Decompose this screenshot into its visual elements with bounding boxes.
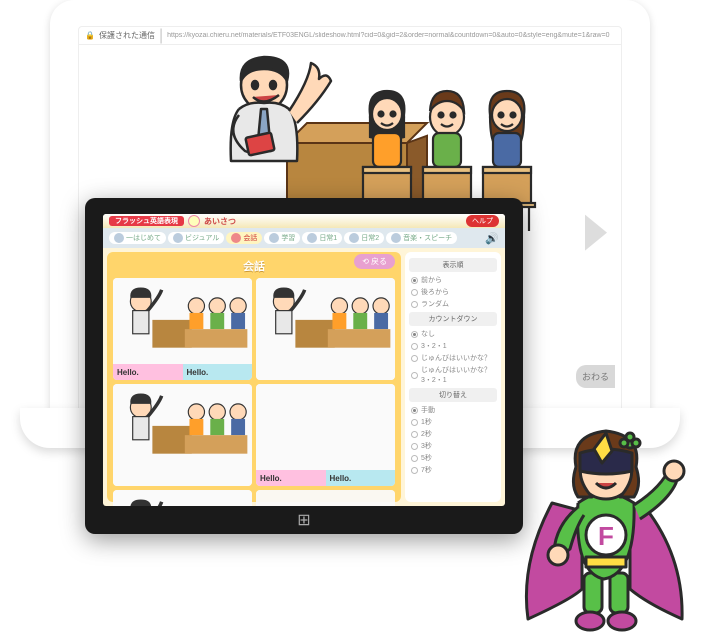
tab-icon — [173, 233, 183, 243]
flash-card[interactable] — [113, 384, 252, 486]
radio-icon — [411, 372, 418, 379]
tab-icon — [231, 233, 241, 243]
tab-icon — [114, 233, 124, 243]
radio-icon — [411, 443, 418, 450]
secure-label: 保護された通信 — [99, 30, 155, 41]
option-cd-ready[interactable]: じゅんびはいいかな？ — [409, 352, 497, 364]
tab-conversation[interactable]: 会話 — [226, 232, 262, 244]
tab-icon — [349, 233, 359, 243]
radio-icon — [411, 419, 418, 426]
panel-title: 会話 — [113, 258, 395, 274]
radio-icon — [411, 467, 418, 474]
mascot-icon — [188, 215, 200, 227]
back-button[interactable]: ⟲ 戻る — [354, 254, 395, 269]
tab-intro[interactable]: 一はじめて — [109, 232, 166, 244]
radio-icon — [411, 289, 418, 296]
tab-music[interactable]: 音楽・スピーチ — [386, 232, 457, 244]
card-blank — [256, 384, 395, 470]
caption-right: Hello. — [183, 364, 253, 380]
option-sw-5s[interactable]: 5秒 — [409, 452, 497, 464]
flash-card[interactable]: Hello. Hello. — [113, 278, 252, 380]
flash-card[interactable]: Hello. Hello. — [256, 384, 395, 486]
tab-visual[interactable]: ビジュアル — [168, 232, 224, 244]
radio-icon — [411, 331, 418, 338]
caption-left: Hello. — [256, 470, 326, 486]
caption-left: Hello. — [113, 364, 183, 380]
radio-icon — [411, 355, 418, 362]
option-sw-1s[interactable]: 1秒 — [409, 416, 497, 428]
option-order-front[interactable]: 前から — [409, 274, 497, 286]
option-order-random[interactable]: ランダム — [409, 298, 497, 310]
url-bar: 🔒 保護された通信 | https://kyozai.chieru.net/ma… — [79, 27, 621, 45]
radio-icon — [411, 343, 418, 350]
card-illustration — [113, 278, 252, 364]
card-illustration — [113, 384, 252, 470]
tab-daily2[interactable]: 日常2 — [344, 232, 384, 244]
card-illustration — [256, 278, 395, 364]
tab-icon — [391, 233, 401, 243]
card-blank — [256, 490, 395, 506]
hero-mascot: F — [512, 423, 692, 633]
caption-blank — [256, 364, 395, 380]
flash-card[interactable] — [256, 278, 395, 380]
back-arrow-icon: ⟲ — [362, 257, 369, 266]
option-sw-2s[interactable]: 2秒 — [409, 428, 497, 440]
svg-text:F: F — [598, 521, 614, 551]
flash-card[interactable]: こんにちは。 こんにちは。 — [113, 490, 252, 506]
option-cd-none[interactable]: なし — [409, 328, 497, 340]
tablet-device: フラッシュ英語表現 あいさつ ヘルプ 一はじめて ビジュアル 会話 学習 日常1… — [85, 198, 523, 534]
tab-icon — [307, 233, 317, 243]
app-header: フラッシュ英語表現 あいさつ ヘルプ — [103, 214, 505, 228]
cards-panel: 会話 Hello. Hello. — [107, 252, 401, 502]
next-arrow-icon[interactable] — [585, 215, 607, 251]
radio-icon — [411, 407, 418, 414]
topic-label: あいさつ — [204, 216, 236, 227]
help-button[interactable]: ヘルプ — [466, 215, 499, 227]
option-sw-3s[interactable]: 3秒 — [409, 440, 497, 452]
options-header: 表示順 — [409, 258, 497, 272]
option-sw-manual[interactable]: 手動 — [409, 404, 497, 416]
options-panel: 表示順 前から 後ろから ランダム カウントダウン なし 3・2・1 じゅんびは… — [405, 252, 501, 502]
option-cd-ready321[interactable]: じゅんびはいいかな？3・2・1 — [409, 364, 497, 386]
options-header: 切り替え — [409, 388, 497, 402]
option-sw-7s[interactable]: 7秒 — [409, 464, 497, 476]
main-area: 会話 Hello. Hello. — [103, 248, 505, 506]
option-cd-321[interactable]: 3・2・1 — [409, 340, 497, 352]
option-order-back[interactable]: 後ろから — [409, 286, 497, 298]
app-logo: フラッシュ英語表現 — [109, 216, 184, 226]
windows-home-icon[interactable]: ⊞ — [297, 510, 310, 530]
tab-daily1[interactable]: 日常1 — [302, 232, 342, 244]
radio-icon — [411, 455, 418, 462]
tab-icon — [269, 233, 279, 243]
card-illustration — [113, 490, 252, 506]
nav-tabs: 一はじめて ビジュアル 会話 学習 日常1 日常2 音楽・スピーチ 🔊 — [103, 228, 505, 248]
flash-card[interactable] — [256, 490, 395, 506]
radio-icon — [411, 301, 418, 308]
divider: | — [159, 27, 163, 45]
volume-icon[interactable]: 🔊 — [485, 232, 499, 245]
radio-icon — [411, 431, 418, 438]
caption-right: Hello. — [326, 470, 396, 486]
end-button[interactable]: おわる — [576, 365, 615, 388]
options-header: カウントダウン — [409, 312, 497, 326]
radio-icon — [411, 277, 418, 284]
url-text: https://kyozai.chieru.net/materials/ETF0… — [167, 32, 609, 39]
caption-blank — [113, 470, 252, 486]
tab-study[interactable]: 学習 — [264, 232, 300, 244]
lock-icon: 🔒 — [85, 31, 95, 40]
tablet-screen: フラッシュ英語表現 あいさつ ヘルプ 一はじめて ビジュアル 会話 学習 日常1… — [103, 214, 505, 506]
